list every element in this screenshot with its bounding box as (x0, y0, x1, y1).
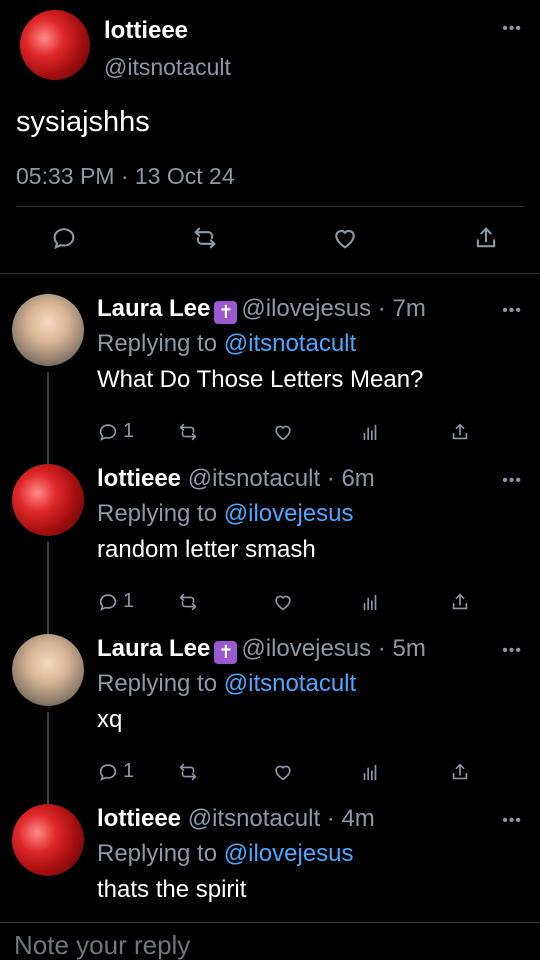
author-name[interactable]: lottieee (97, 465, 181, 492)
replying-prefix: Replying to (97, 330, 218, 357)
reply-action[interactable]: 1 (97, 760, 177, 783)
avatar[interactable] (12, 804, 84, 876)
avatar[interactable] (12, 464, 84, 536)
reply-action[interactable]: 1 (97, 590, 177, 613)
reply-text: random letter smash (97, 536, 316, 563)
like-icon[interactable] (272, 421, 359, 443)
replying-prefix: Replying to (97, 670, 218, 697)
more-options-icon[interactable]: ••• (502, 812, 522, 830)
analytics-icon[interactable] (359, 761, 449, 783)
retweet-icon[interactable] (177, 591, 272, 613)
retweet-icon[interactable] (177, 761, 272, 783)
reply-header: Laura Lee ✝ @ilovejesus · 7m (97, 294, 526, 324)
like-icon[interactable] (331, 224, 359, 257)
reply-action[interactable]: 1 (97, 420, 177, 443)
share-icon[interactable] (449, 591, 471, 613)
author-handle-time[interactable]: @ilovejesus · 5m (241, 635, 425, 662)
reply-tweet[interactable]: lottieee @itsnotacult · 6m Replying to @… (0, 444, 540, 614)
replying-to: Replying to @itsnotacult (97, 668, 526, 700)
reply-actions: 1 (97, 760, 477, 783)
author-name[interactable]: Laura Lee (97, 635, 210, 662)
reply-text: thats the spirit (97, 876, 247, 903)
reply-icon[interactable] (50, 224, 78, 257)
main-tweet: lottieee @itsnotacult ••• sysiajshhs 05:… (0, 0, 540, 190)
avatar[interactable] (12, 294, 84, 366)
more-options-icon[interactable]: ••• (502, 642, 522, 660)
divider (0, 922, 540, 923)
author-handle-time[interactable]: @itsnotacult · 4m (188, 805, 375, 832)
reply-header: lottieee @itsnotacult · 6m (97, 464, 526, 494)
replying-prefix: Replying to (97, 500, 218, 527)
reply-icon[interactable] (97, 591, 119, 613)
reply-count: 1 (123, 590, 135, 612)
avatar[interactable] (12, 634, 84, 706)
reply-compose-input[interactable]: Note your reply (14, 930, 190, 960)
author-handle-time[interactable]: @itsnotacult · 6m (188, 465, 375, 492)
author-handle-time[interactable]: @ilovejesus · 7m (241, 295, 425, 322)
replying-to: Replying to @ilovejesus (97, 498, 526, 530)
more-options-icon[interactable]: ••• (502, 20, 522, 38)
reply-text: xq (97, 706, 123, 733)
retweet-icon[interactable] (191, 224, 219, 257)
reply-actions: 1 (97, 420, 477, 443)
like-icon[interactable] (272, 591, 359, 613)
cross-badge-icon: ✝ (214, 641, 238, 664)
main-tweet-actions (0, 207, 540, 273)
reply-list: Laura Lee ✝ @ilovejesus · 7m Replying to @… (0, 274, 540, 954)
retweet-icon[interactable] (177, 421, 272, 443)
share-icon[interactable] (449, 761, 471, 783)
tweet-text: sysiajshhs (16, 106, 150, 138)
reply-tweet[interactable]: Laura Lee ✝ @ilovejesus · 7m Replying to @… (0, 274, 540, 444)
reply-tweet[interactable]: Laura Lee ✝ @ilovejesus · 5m Replying to @… (0, 614, 540, 784)
reply-text: What Do Those Letters Mean? (97, 366, 424, 393)
avatar[interactable] (20, 10, 90, 80)
reply-count: 1 (123, 420, 135, 442)
tweet-timestamp[interactable]: 05:33 PM · 13 Oct 24 (16, 162, 524, 190)
replying-to: Replying to @itsnotacult (97, 328, 526, 360)
analytics-icon[interactable] (359, 421, 449, 443)
more-options-icon[interactable]: ••• (502, 302, 522, 320)
share-icon[interactable] (472, 224, 500, 257)
replying-to-link[interactable]: @itsnotacult (224, 330, 356, 357)
author-name[interactable]: Laura Lee (97, 295, 210, 322)
replying-to-link[interactable]: @ilovejesus (224, 840, 354, 867)
tweet-detail-page: lottieee @itsnotacult ••• sysiajshhs 05:… (0, 0, 540, 960)
author-handle[interactable]: @itsnotacult (104, 52, 231, 82)
replying-to-link[interactable]: @ilovejesus (224, 500, 354, 527)
reply-header: lottieee @itsnotacult · 4m (97, 804, 526, 834)
reply-actions: 1 (97, 590, 477, 613)
author-name[interactable]: lottieee (104, 16, 231, 46)
replying-to: Replying to @ilovejesus (97, 838, 526, 870)
author-name[interactable]: lottieee (97, 805, 181, 832)
main-tweet-author[interactable]: lottieee @itsnotacult (104, 16, 231, 82)
reply-tweet[interactable]: lottieee @itsnotacult · 4m Replying to @… (0, 784, 540, 954)
replying-to-link[interactable]: @itsnotacult (224, 670, 356, 697)
main-tweet-header: lottieee @itsnotacult (16, 0, 524, 82)
share-icon[interactable] (449, 421, 471, 443)
like-icon[interactable] (272, 761, 359, 783)
reply-count: 1 (123, 760, 135, 782)
more-options-icon[interactable]: ••• (502, 472, 522, 490)
reply-icon[interactable] (97, 421, 119, 443)
reply-header: Laura Lee ✝ @ilovejesus · 5m (97, 634, 526, 664)
cross-badge-icon: ✝ (214, 301, 238, 324)
analytics-icon[interactable] (359, 591, 449, 613)
replying-prefix: Replying to (97, 840, 218, 867)
reply-icon[interactable] (97, 761, 119, 783)
